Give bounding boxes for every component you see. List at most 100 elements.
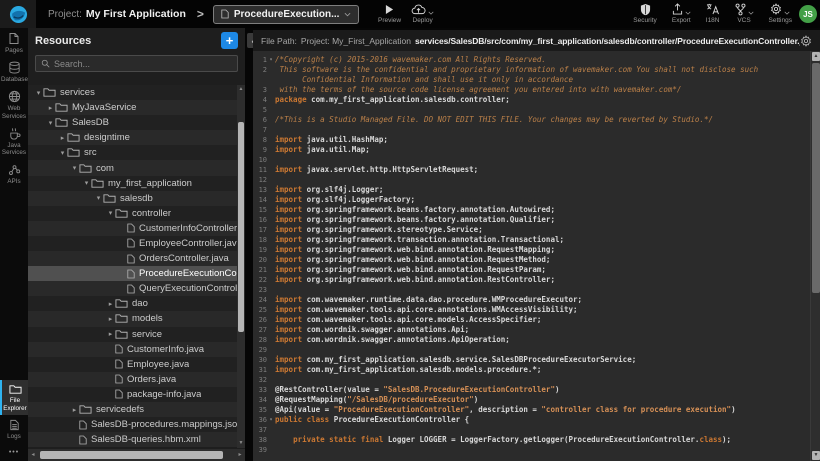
code-line[interactable]: 30import com.my_first_application.salesd… bbox=[253, 355, 820, 365]
code-line[interactable]: 2 This software is the confidential and … bbox=[253, 65, 820, 75]
wavemaker-logo[interactable] bbox=[0, 0, 36, 28]
tree-file-row[interactable]: package-info.java bbox=[28, 387, 239, 402]
code-line[interactable]: 31import com.my_first_application.salesd… bbox=[253, 365, 820, 375]
code-line[interactable]: 4package com.my_first_application.salesd… bbox=[253, 95, 820, 105]
preview-button[interactable]: Preview bbox=[378, 2, 401, 24]
code-line[interactable]: 24import com.wavemaker.runtime.data.dao.… bbox=[253, 295, 820, 305]
code-line[interactable]: 26import com.wavemaker.tools.api.core.mo… bbox=[253, 315, 820, 325]
code-line[interactable]: 17import org.springframework.stereotype.… bbox=[253, 225, 820, 235]
code-line[interactable]: 37 bbox=[253, 425, 820, 435]
tree-file-row[interactable]: CustomerInfoController.java bbox=[28, 221, 239, 236]
vcs-button[interactable]: VCS bbox=[735, 2, 754, 24]
rail-item-web-services[interactable]: Web Services bbox=[0, 86, 28, 122]
tree-file-row[interactable]: Employee.java bbox=[28, 357, 239, 372]
code-line[interactable]: 19import org.springframework.web.bind.an… bbox=[253, 245, 820, 255]
code-line[interactable]: 3 with the terms of the source code lice… bbox=[253, 85, 820, 95]
more-options-button[interactable]: ••• bbox=[0, 443, 28, 461]
code-line[interactable]: 36▾public class ProcedureExecutionContro… bbox=[253, 415, 820, 425]
tree-file-row[interactable]: QueryExecutionController.java bbox=[28, 281, 239, 296]
code-line[interactable]: 13import org.slf4j.Logger; bbox=[253, 185, 820, 195]
tree-folder-row[interactable]: ▾services bbox=[28, 85, 239, 100]
tree-label: MyJavaService bbox=[72, 102, 136, 113]
rail-item-file-explorer[interactable]: File Explorer bbox=[0, 380, 28, 414]
code-line[interactable]: 27import com.wordnik.swagger.annotations… bbox=[253, 325, 820, 335]
tree-horizontal-scrollbar[interactable]: ◂ ▸ bbox=[28, 449, 245, 461]
tree-folder-row[interactable]: ▾com bbox=[28, 160, 239, 175]
code-line[interactable]: 6/*This is a Studio Managed File. DO NOT… bbox=[253, 115, 820, 125]
scroll-down-icon[interactable]: ▼ bbox=[812, 451, 820, 460]
tree-folder-row[interactable]: ▾my_first_application bbox=[28, 176, 239, 191]
code-editor[interactable]: 1▾/*Copyright (c) 2015-2016 wavemaker.co… bbox=[253, 51, 820, 461]
line-number: 4 bbox=[253, 95, 267, 105]
scroll-down-icon[interactable]: ▼ bbox=[237, 439, 245, 448]
scroll-right-icon[interactable]: ▸ bbox=[235, 449, 245, 461]
tree-vertical-scrollbar[interactable]: ▲ ▼ bbox=[237, 85, 245, 448]
code-line[interactable]: 28import com.wordnik.swagger.annotations… bbox=[253, 335, 820, 345]
code-line[interactable]: 8import java.util.HashMap; bbox=[253, 135, 820, 145]
code-line[interactable]: 33@RestController(value = "SalesDB.Proce… bbox=[253, 385, 820, 395]
code-line[interactable]: 21import org.springframework.web.bind.an… bbox=[253, 265, 820, 275]
tree-folder-row[interactable]: ▸models bbox=[28, 311, 239, 326]
tree-hscrollbar-thumb[interactable] bbox=[40, 451, 223, 459]
tree-folder-row[interactable]: ▸service bbox=[28, 327, 239, 342]
gear-icon[interactable] bbox=[800, 35, 812, 47]
tree-file-row[interactable]: CustomerInfo.java bbox=[28, 342, 239, 357]
code-line[interactable]: 14import org.slf4j.LoggerFactory; bbox=[253, 195, 820, 205]
tree-file-row[interactable]: SalesDB-queries.hbm.xml bbox=[28, 432, 239, 447]
code-line[interactable]: 39 bbox=[253, 445, 820, 455]
tree-folder-row[interactable]: ▾src bbox=[28, 145, 239, 160]
tree-folder-row[interactable]: ▸servicedefs bbox=[28, 402, 239, 417]
tree-folder-row[interactable]: ▸MyJavaService bbox=[28, 100, 239, 115]
rail-item-logs[interactable]: Logs bbox=[0, 415, 28, 443]
code-line[interactable]: 32 bbox=[253, 375, 820, 385]
code-line[interactable]: 1▾/*Copyright (c) 2015-2016 wavemaker.co… bbox=[253, 55, 820, 65]
code-line[interactable]: 5 bbox=[253, 105, 820, 115]
code-line[interactable]: 22import org.springframework.web.bind.an… bbox=[253, 275, 820, 285]
scroll-left-icon[interactable]: ◂ bbox=[28, 449, 38, 461]
rail-item-pages[interactable]: Pages bbox=[0, 28, 28, 57]
export-button[interactable]: Export bbox=[672, 2, 691, 24]
rail-item-apis[interactable]: APIs bbox=[0, 159, 28, 188]
tree-folder-row[interactable]: ▾SalesDB bbox=[28, 115, 239, 130]
code-line[interactable]: 38 private static final Logger LOGGER = … bbox=[253, 435, 820, 445]
tree-scrollbar-thumb[interactable] bbox=[238, 122, 244, 332]
code-line[interactable]: 35@Api(value = "ProcedureExecutionContro… bbox=[253, 405, 820, 415]
tree-file-row[interactable]: OrdersController.java bbox=[28, 251, 239, 266]
code-line[interactable]: 25import com.wavemaker.tools.api.core.an… bbox=[253, 305, 820, 315]
code-line[interactable]: 23 bbox=[253, 285, 820, 295]
code-line[interactable]: 29 bbox=[253, 345, 820, 355]
tree-file-row[interactable]: EmployeeController.java bbox=[28, 236, 239, 251]
code-line[interactable]: 20import org.springframework.web.bind.an… bbox=[253, 255, 820, 265]
code-line[interactable]: 12 bbox=[253, 175, 820, 185]
tree-folder-row[interactable]: ▾controller bbox=[28, 206, 239, 221]
code-line[interactable]: 7 bbox=[253, 125, 820, 135]
add-resource-button[interactable]: + bbox=[221, 32, 238, 49]
tree-file-row[interactable]: Orders.java bbox=[28, 372, 239, 387]
tree-folder-row[interactable]: ▸dao bbox=[28, 296, 239, 311]
security-button[interactable]: Security bbox=[633, 2, 656, 24]
file-dropdown[interactable]: ProcedureExecution... bbox=[213, 5, 360, 24]
code-line[interactable]: 11import javax.servlet.http.HttpServletR… bbox=[253, 165, 820, 175]
deploy-button[interactable]: Deploy bbox=[411, 2, 434, 24]
code-line[interactable]: 9import java.util.Map; bbox=[253, 145, 820, 155]
scroll-up-icon[interactable]: ▲ bbox=[812, 52, 820, 61]
rail-item-databases[interactable]: Databases bbox=[0, 57, 28, 86]
tree-folder-row[interactable]: ▸designtime bbox=[28, 130, 239, 145]
settings-button[interactable]: Settings bbox=[769, 2, 793, 24]
tree-folder-row[interactable]: ▾salesdb bbox=[28, 191, 239, 206]
tree-file-row[interactable]: SalesDB-procedures.mappings.json bbox=[28, 417, 239, 432]
code-line[interactable]: 34@RequestMapping("/SalesDB/procedureExe… bbox=[253, 395, 820, 405]
code-line[interactable]: Confidential Information and shall use i… bbox=[253, 75, 820, 85]
rail-item-java-services[interactable]: Java Services bbox=[0, 123, 28, 159]
tree-file-row[interactable]: ProcedureExecutionController.java bbox=[28, 266, 239, 281]
code-line[interactable]: 16import org.springframework.beans.facto… bbox=[253, 215, 820, 225]
editor-vertical-scrollbar[interactable]: ▲ ▼ bbox=[810, 51, 820, 461]
editor-scrollbar-thumb[interactable] bbox=[812, 63, 820, 293]
i18n-button[interactable]: I18N bbox=[706, 2, 720, 24]
avatar[interactable]: JS bbox=[799, 5, 817, 23]
code-line[interactable]: 15import org.springframework.beans.facto… bbox=[253, 205, 820, 215]
code-line[interactable]: 10 bbox=[253, 155, 820, 165]
scroll-up-icon[interactable]: ▲ bbox=[237, 85, 245, 94]
code-line[interactable]: 18import org.springframework.transaction… bbox=[253, 235, 820, 245]
search-input[interactable] bbox=[54, 59, 232, 69]
